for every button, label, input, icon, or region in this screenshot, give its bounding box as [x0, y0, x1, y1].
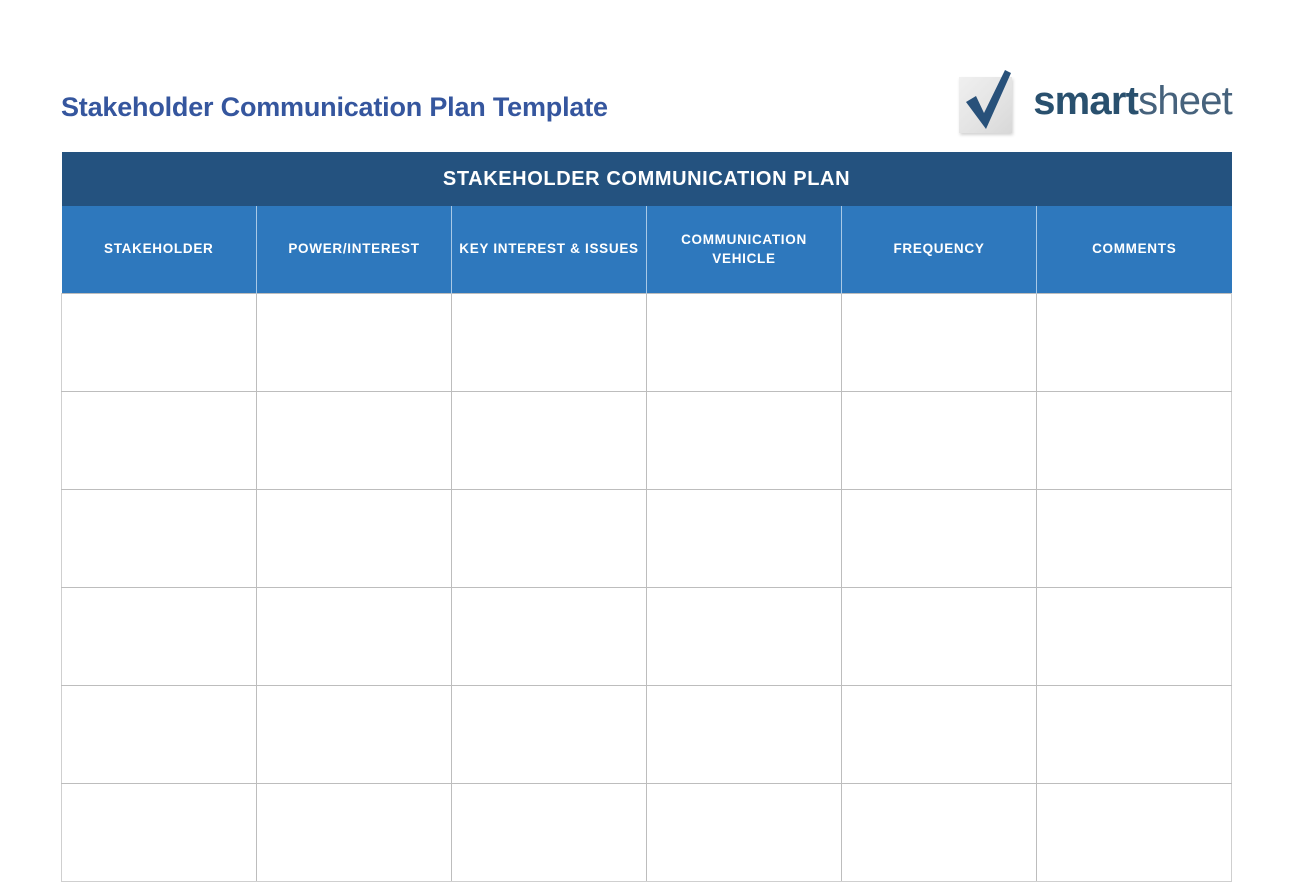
page-title: Stakeholder Communication Plan Template — [61, 92, 608, 122]
cell-frequency[interactable] — [841, 685, 1037, 784]
column-header-stakeholder: STAKEHOLDER — [61, 206, 257, 294]
column-header-power-interest: POWER/INTEREST — [256, 206, 452, 294]
cell-power-interest[interactable] — [256, 685, 452, 784]
document-page: Stakeholder Communication Plan Template … — [0, 0, 1300, 890]
cell-power-interest[interactable] — [256, 293, 452, 392]
cell-frequency[interactable] — [841, 587, 1037, 686]
cell-comments[interactable] — [1036, 489, 1232, 588]
stakeholder-communication-plan-table: STAKEHOLDER COMMUNICATION PLAN STAKEHOLD… — [61, 152, 1232, 882]
cell-stakeholder[interactable] — [61, 587, 257, 686]
cell-key-interest-issues[interactable] — [451, 685, 647, 784]
table-header-row: STAKEHOLDER POWER/INTEREST KEY INTEREST … — [61, 206, 1232, 294]
column-header-key-interest-issues: KEY INTEREST & ISSUES — [451, 206, 647, 294]
cell-frequency[interactable] — [841, 391, 1037, 490]
cell-key-interest-issues[interactable] — [451, 489, 647, 588]
cell-communication-vehicle[interactable] — [646, 587, 842, 686]
cell-power-interest[interactable] — [256, 783, 452, 882]
cell-communication-vehicle[interactable] — [646, 489, 842, 588]
cell-communication-vehicle[interactable] — [646, 391, 842, 490]
document-header: Stakeholder Communication Plan Template … — [0, 0, 1300, 152]
cell-stakeholder[interactable] — [61, 685, 257, 784]
column-header-communication-vehicle: COMMUNICATION VEHICLE — [646, 206, 842, 294]
cell-stakeholder[interactable] — [61, 391, 257, 490]
cell-power-interest[interactable] — [256, 391, 452, 490]
column-header-frequency: FREQUENCY — [841, 206, 1037, 294]
cell-comments[interactable] — [1036, 391, 1232, 490]
cell-stakeholder[interactable] — [61, 293, 257, 392]
cell-key-interest-issues[interactable] — [451, 587, 647, 686]
table-row — [61, 489, 1232, 588]
cell-communication-vehicle[interactable] — [646, 293, 842, 392]
column-header-comments: COMMENTS — [1036, 206, 1232, 294]
logo-word-smart: smart — [1033, 79, 1139, 123]
cell-frequency[interactable] — [841, 783, 1037, 882]
cell-power-interest[interactable] — [256, 489, 452, 588]
smartsheet-logo: smartsheet — [953, 62, 1233, 140]
table-row — [61, 293, 1232, 392]
logo-word-sheet: sheet — [1138, 79, 1233, 123]
checkmark-icon — [953, 66, 1023, 136]
cell-comments[interactable] — [1036, 293, 1232, 392]
cell-comments[interactable] — [1036, 783, 1232, 882]
table-row — [61, 783, 1232, 882]
table-row — [61, 391, 1232, 490]
cell-communication-vehicle[interactable] — [646, 685, 842, 784]
cell-communication-vehicle[interactable] — [646, 783, 842, 882]
cell-comments[interactable] — [1036, 587, 1232, 686]
cell-stakeholder[interactable] — [61, 783, 257, 882]
cell-frequency[interactable] — [841, 293, 1037, 392]
cell-frequency[interactable] — [841, 489, 1037, 588]
table-banner-title: STAKEHOLDER COMMUNICATION PLAN — [61, 152, 1232, 206]
cell-key-interest-issues[interactable] — [451, 293, 647, 392]
table-banner-row: STAKEHOLDER COMMUNICATION PLAN — [61, 152, 1232, 206]
table-body — [61, 293, 1232, 882]
cell-key-interest-issues[interactable] — [451, 391, 647, 490]
logo-wordmark: smartsheet — [1033, 79, 1233, 123]
cell-power-interest[interactable] — [256, 587, 452, 686]
table-row — [61, 587, 1232, 686]
cell-comments[interactable] — [1036, 685, 1232, 784]
cell-stakeholder[interactable] — [61, 489, 257, 588]
cell-key-interest-issues[interactable] — [451, 783, 647, 882]
table-row — [61, 685, 1232, 784]
